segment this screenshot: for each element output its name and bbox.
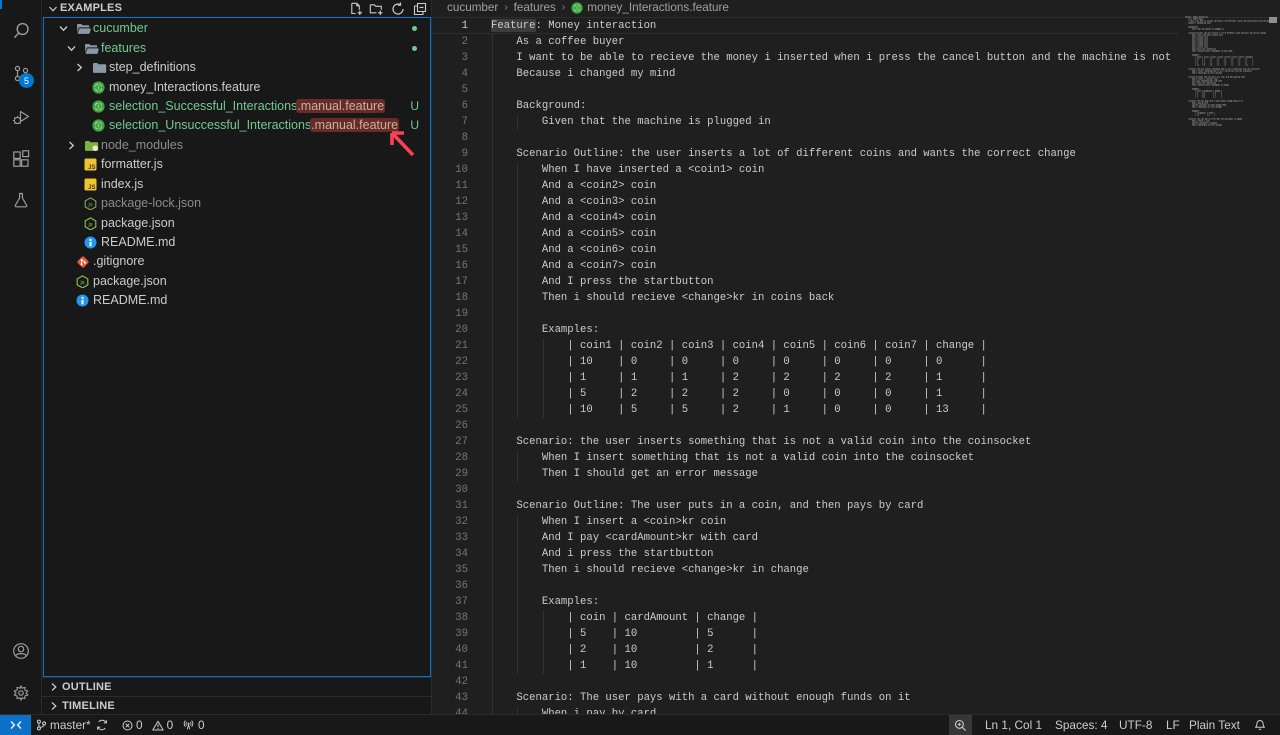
svg-text:js: js xyxy=(88,202,93,208)
svg-text:JS: JS xyxy=(88,185,95,191)
svg-text:js: js xyxy=(88,222,93,228)
svg-text:JS: JS xyxy=(88,165,95,171)
svg-text:js: js xyxy=(80,280,85,286)
